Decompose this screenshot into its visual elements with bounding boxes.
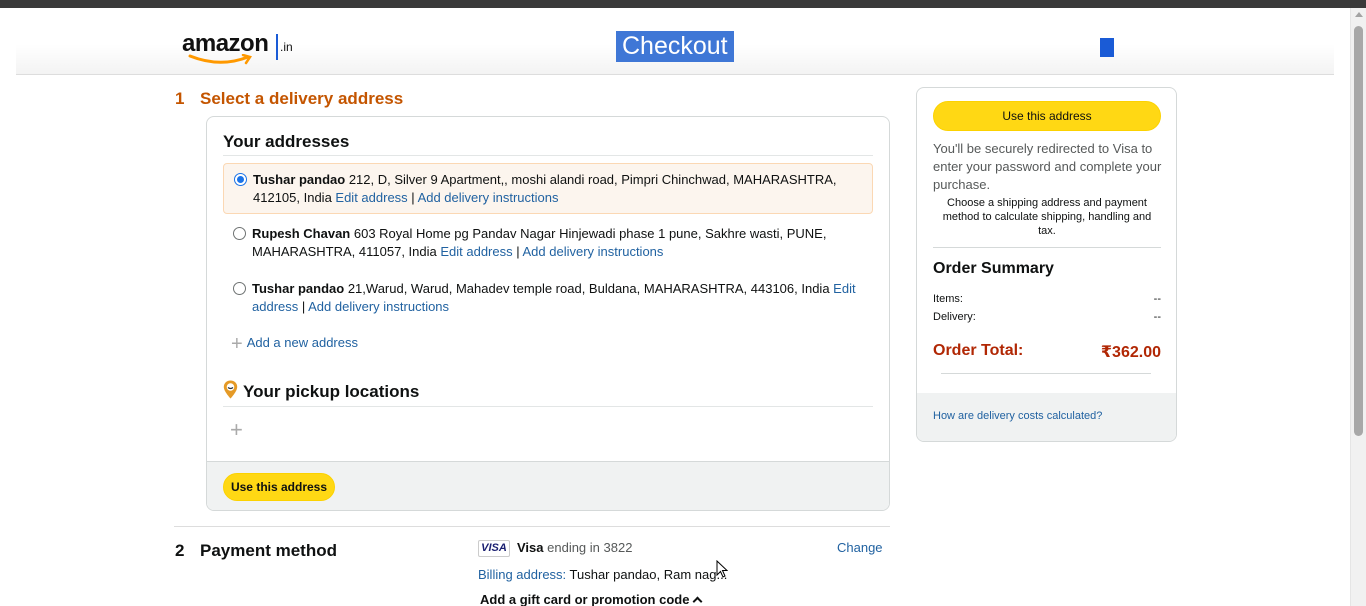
payment-card-summary: Visa ending in 3822 <box>517 540 632 555</box>
smile-arrow-icon <box>188 54 252 65</box>
plus-icon: + <box>231 333 243 355</box>
visa-card-icon: VISA <box>478 540 510 557</box>
link-separator: | <box>407 190 418 205</box>
edit-address-link[interactable]: Edit address <box>440 244 512 259</box>
divider <box>933 247 1161 248</box>
add-new-address-link[interactable]: Add a new address <box>247 335 358 350</box>
ending-label: ending in <box>543 540 604 555</box>
add-new-address[interactable]: + Add a new address <box>231 333 358 356</box>
page-scrollbar[interactable] <box>1350 8 1366 606</box>
add-delivery-instructions-link[interactable]: Add delivery instructions <box>308 299 449 314</box>
delivery-value: -- <box>1153 311 1161 323</box>
link-separator: | <box>298 299 309 314</box>
change-payment-link[interactable]: Change <box>837 540 883 555</box>
edit-address-link[interactable]: Edit address <box>335 190 407 205</box>
gift-card-label: Add a gift card or promotion code <box>480 592 690 606</box>
billing-address: Billing address: Tushar pandao, Ram nag.… <box>478 567 727 582</box>
address-radio[interactable] <box>234 173 247 186</box>
amazon-logo[interactable]: amazon .in <box>182 32 302 68</box>
address-option[interactable]: Tushar pandao 212, D, Silver 9 Apartment… <box>223 163 873 214</box>
address-name: Rupesh Chavan <box>252 226 351 241</box>
logo-wordmark: amazon <box>182 30 269 57</box>
order-total-row: Order Total: ₹362.00 <box>933 342 1161 361</box>
use-this-address-button[interactable]: Use this address <box>223 473 335 501</box>
choose-address-notice: Choose a shipping address and payment me… <box>942 197 1152 237</box>
billing-address-link[interactable]: Billing address: <box>478 567 566 582</box>
address-radio[interactable] <box>233 227 246 240</box>
order-summary-footer: How are delivery costs calculated? <box>917 393 1176 441</box>
gift-card-promo-toggle[interactable]: Add a gift card or promotion code <box>480 592 703 606</box>
browser-top-strip <box>0 0 1366 8</box>
address-radio[interactable] <box>233 282 246 295</box>
billing-address-value: Tushar pandao, Ram nag... <box>566 567 728 582</box>
use-this-address-button[interactable]: Use this address <box>933 101 1161 131</box>
scroll-up-icon[interactable] <box>1355 12 1363 17</box>
lock-icon <box>1100 38 1114 57</box>
items-value: -- <box>1153 293 1161 305</box>
addresses-heading: Your addresses <box>223 132 350 151</box>
card-brand: Visa <box>517 540 544 555</box>
order-summary-panel: Use this address You'll be securely redi… <box>916 87 1177 442</box>
pickup-locations-heading: Your pickup locations <box>243 382 420 401</box>
divider <box>223 406 873 407</box>
checkout-header: amazon .in Checkout <box>16 8 1334 75</box>
scrollbar-thumb[interactable] <box>1354 26 1363 436</box>
text-caret <box>276 34 278 60</box>
step-number: 2 <box>175 541 185 560</box>
items-label: Items: <box>933 293 963 305</box>
section-divider <box>174 526 890 527</box>
delivery-label: Delivery: <box>933 311 976 323</box>
step-title-delivery: Select a delivery address <box>200 89 404 108</box>
logo-tld: .in <box>280 40 293 54</box>
items-row: Items: -- <box>933 293 1161 305</box>
address-text: 21,Warud, Warud, Mahadev temple road, Bu… <box>344 281 834 296</box>
order-total-label: Order Total: <box>933 342 1024 359</box>
location-pin-icon <box>223 380 238 399</box>
chevron-up-icon <box>693 596 703 606</box>
link-separator: | <box>512 244 523 259</box>
delivery-row: Delivery: -- <box>933 311 1161 323</box>
add-delivery-instructions-link[interactable]: Add delivery instructions <box>418 190 559 205</box>
address-option[interactable]: Rupesh Chavan 603 Royal Home pg Pandav N… <box>223 218 873 267</box>
add-delivery-instructions-link[interactable]: Add delivery instructions <box>523 244 664 259</box>
address-name: Tushar pandao <box>253 172 346 187</box>
delivery-costs-link[interactable]: How are delivery costs calculated? <box>933 410 1102 422</box>
page-title: Checkout <box>616 31 734 62</box>
address-option[interactable]: Tushar pandao 21,Warud, Warud, Mahadev t… <box>223 273 873 322</box>
address-selection-box: Your addresses Tushar pandao 212, D, Sil… <box>206 116 890 511</box>
address-name: Tushar pandao <box>252 281 345 296</box>
step-title-payment: Payment method <box>200 541 337 560</box>
address-box-footer: Use this address <box>207 461 889 510</box>
card-last-digits: 3822 <box>603 540 633 555</box>
order-total-value: ₹362.00 <box>1100 344 1161 361</box>
divider <box>223 155 873 156</box>
divider <box>941 373 1151 374</box>
step-number: 1 <box>175 89 185 108</box>
order-summary-title: Order Summary <box>933 260 1054 277</box>
plus-icon[interactable]: + <box>230 417 243 443</box>
mouse-pointer-icon <box>716 560 728 578</box>
redirect-notice: You'll be securely redirected to Visa to… <box>933 141 1162 192</box>
